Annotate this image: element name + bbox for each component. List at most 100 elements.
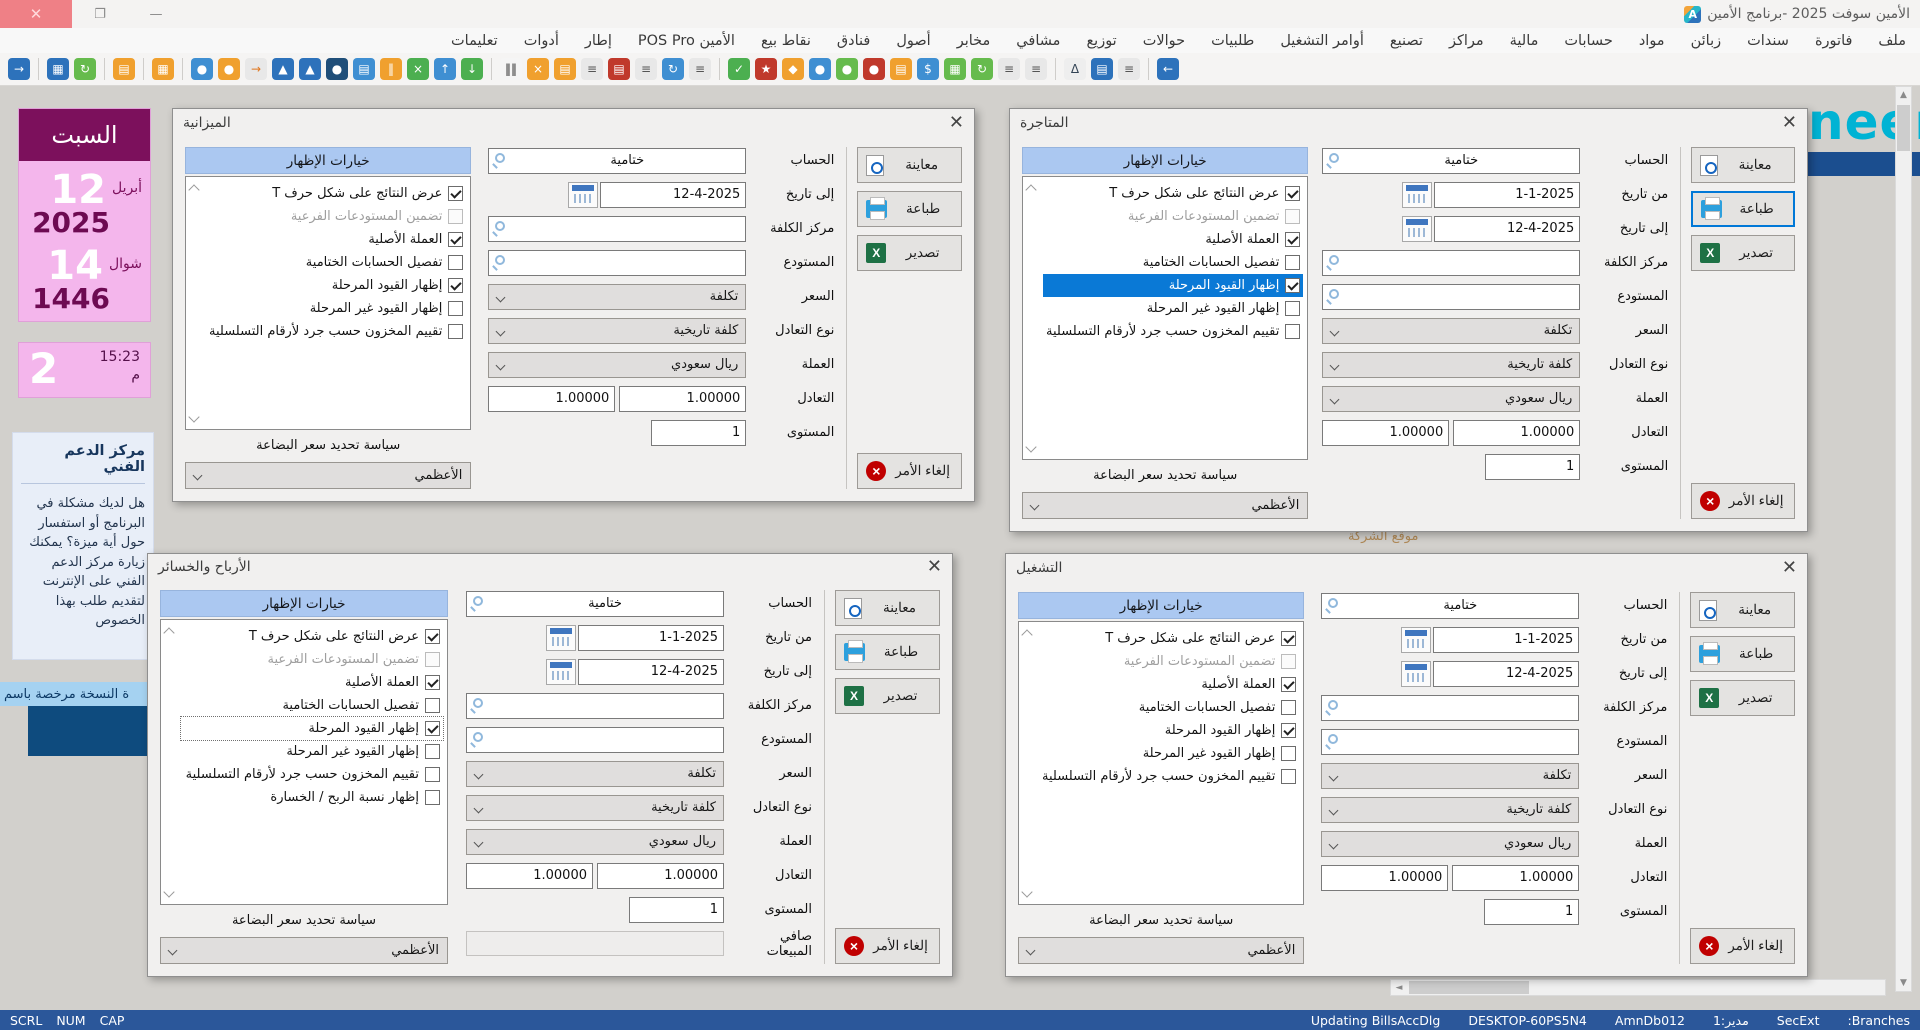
search-input[interactable] <box>488 216 746 242</box>
calendar-icon[interactable] <box>568 182 598 208</box>
price-policy-select[interactable]: الأعظمي <box>1018 937 1304 964</box>
toolbar-import-doc-icon[interactable]: → <box>8 58 30 80</box>
search-icon[interactable] <box>473 698 483 708</box>
calendar-icon[interactable] <box>1401 661 1431 687</box>
toolbar-shield-user-1-icon[interactable]: ▲ <box>272 58 294 80</box>
select-input[interactable]: كلفة تاريخية <box>488 318 746 344</box>
toolbar-scales-icon[interactable]: Δ <box>1064 58 1086 80</box>
parity-input[interactable] <box>1453 420 1580 446</box>
checkbox[interactable] <box>425 744 440 759</box>
checkbox[interactable] <box>448 278 463 293</box>
option-row[interactable]: تضمين المستودعات الفرعية <box>181 648 443 671</box>
menu-item[interactable]: ملف <box>1878 33 1906 49</box>
parity-input[interactable] <box>488 386 615 412</box>
select-input[interactable]: كلفة تاريخية <box>1321 797 1579 823</box>
select-input[interactable]: تكلفة <box>1321 763 1579 789</box>
export-button[interactable]: Xتصدير <box>1691 235 1795 271</box>
print-button[interactable]: طباعة <box>1691 191 1795 227</box>
toolbar-docs-stack-icon[interactable]: ▤ <box>1091 58 1113 80</box>
date-input[interactable] <box>1434 182 1580 208</box>
level-input[interactable] <box>1484 899 1579 925</box>
toolbar-schedule-icon[interactable]: ▦ <box>944 58 966 80</box>
option-row[interactable]: إظهار القيود المرحلة <box>206 274 466 297</box>
search-input[interactable] <box>1322 284 1580 310</box>
toolbar-usb-green-icon[interactable]: × <box>407 58 429 80</box>
option-row[interactable]: تضمين المستودعات الفرعية <box>1039 650 1299 673</box>
cancel-button[interactable]: ×إلغاء الأمر <box>835 928 940 964</box>
option-row[interactable]: عرض النتائج على شكل حرف T <box>1039 627 1299 650</box>
checkbox[interactable] <box>448 232 463 247</box>
toolbar-monitor-card-icon[interactable]: ▦ <box>152 58 174 80</box>
toolbar-user-blue-icon[interactable]: ● <box>191 58 213 80</box>
option-row[interactable]: إظهار القيود المرحلة <box>181 717 443 740</box>
preview-button[interactable]: معاينة <box>835 590 940 626</box>
scroll-down-icon[interactable]: ▼ <box>1896 975 1911 991</box>
select-input[interactable]: كلفة تاريخية <box>466 795 724 821</box>
select-input[interactable]: ريال سعودي <box>1321 831 1579 857</box>
toolbar-pie-red-icon[interactable]: ● <box>863 58 885 80</box>
checkbox[interactable] <box>1285 186 1300 201</box>
toolbar-folder-2-icon[interactable]: ▤ <box>890 58 912 80</box>
date-input[interactable] <box>1433 661 1579 687</box>
option-row[interactable]: العملة الأصلية <box>181 671 443 694</box>
toolbar-doc-export-icon[interactable]: → <box>245 58 267 80</box>
date-input[interactable] <box>1433 627 1579 653</box>
search-icon[interactable] <box>495 255 505 265</box>
toolbar-doc-lines-icon[interactable]: ≡ <box>689 58 711 80</box>
level-input[interactable] <box>629 897 724 923</box>
scroll-down-icon[interactable] <box>1022 888 1032 898</box>
menu-item[interactable]: نقاط بيع <box>761 33 811 49</box>
option-row[interactable]: عرض النتائج على شكل حرف T <box>206 182 466 205</box>
checkbox[interactable] <box>425 629 440 644</box>
print-button[interactable]: طباعة <box>857 191 962 227</box>
parity-input[interactable] <box>597 863 724 889</box>
search-input[interactable] <box>466 727 724 753</box>
checkbox[interactable] <box>425 767 440 782</box>
scroll-down-icon[interactable] <box>189 413 199 423</box>
export-button[interactable]: Xتصدير <box>1690 680 1795 716</box>
select-input[interactable]: تكلفة <box>1322 318 1580 344</box>
level-input[interactable] <box>651 420 746 446</box>
toolbar-folder-icon[interactable]: ▤ <box>113 58 135 80</box>
option-row[interactable]: تفصيل الحسابات الختامية <box>1043 251 1303 274</box>
option-row[interactable]: إظهار القيود المرحلة <box>1039 719 1299 742</box>
toolbar-doc-3-icon[interactable]: ≡ <box>998 58 1020 80</box>
toolbar-box-orange-icon[interactable]: ◆ <box>782 58 804 80</box>
toolbar-pie-blue-icon[interactable]: ● <box>809 58 831 80</box>
checkbox[interactable] <box>1281 746 1296 761</box>
menu-item[interactable]: مراكز <box>1449 33 1484 49</box>
parity-input[interactable] <box>1321 865 1448 891</box>
option-row[interactable]: تفصيل الحسابات الختامية <box>1039 696 1299 719</box>
date-input[interactable] <box>600 182 746 208</box>
toolbar-calculator-icon[interactable]: ▦ <box>47 58 69 80</box>
search-input[interactable] <box>1321 729 1579 755</box>
select-input[interactable]: تكلفة <box>466 761 724 787</box>
window-close-button[interactable]: ✕ <box>0 0 72 28</box>
toolbar-refresh-icon[interactable]: ↻ <box>74 58 96 80</box>
calendar-icon[interactable] <box>546 659 576 685</box>
toolbar-exit-door-icon[interactable]: ← <box>1157 58 1179 80</box>
option-row[interactable]: العملة الأصلية <box>1043 228 1303 251</box>
menu-item[interactable]: تعليمات <box>451 33 498 49</box>
horizontal-scrollbar[interactable]: ◄ <box>1390 979 1886 996</box>
checkbox[interactable] <box>1281 769 1296 784</box>
toolbar-download-icon[interactable]: ↓ <box>461 58 483 80</box>
scrollbar-thumb[interactable] <box>1409 981 1529 994</box>
parity-input[interactable] <box>1452 865 1579 891</box>
checkbox[interactable] <box>1281 700 1296 715</box>
search-icon[interactable] <box>1328 734 1338 744</box>
parity-input[interactable] <box>1322 420 1449 446</box>
scroll-down-icon[interactable] <box>164 888 174 898</box>
toolbar-monitor-sync-icon[interactable]: ↻ <box>662 58 684 80</box>
option-row[interactable]: العملة الأصلية <box>206 228 466 251</box>
calendar-icon[interactable] <box>1402 216 1432 242</box>
search-icon[interactable] <box>473 596 483 606</box>
toolbar-shield-user-2-icon[interactable]: ▲ <box>299 58 321 80</box>
search-input[interactable] <box>466 693 724 719</box>
search-input[interactable] <box>1322 148 1580 174</box>
menu-item[interactable]: طلبيات <box>1211 33 1254 49</box>
search-input[interactable] <box>488 148 746 174</box>
option-row[interactable]: تضمين المستودعات الفرعية <box>1043 205 1303 228</box>
toolbar-badge-icon[interactable]: ▤ <box>554 58 576 80</box>
calendar-icon[interactable] <box>546 625 576 651</box>
